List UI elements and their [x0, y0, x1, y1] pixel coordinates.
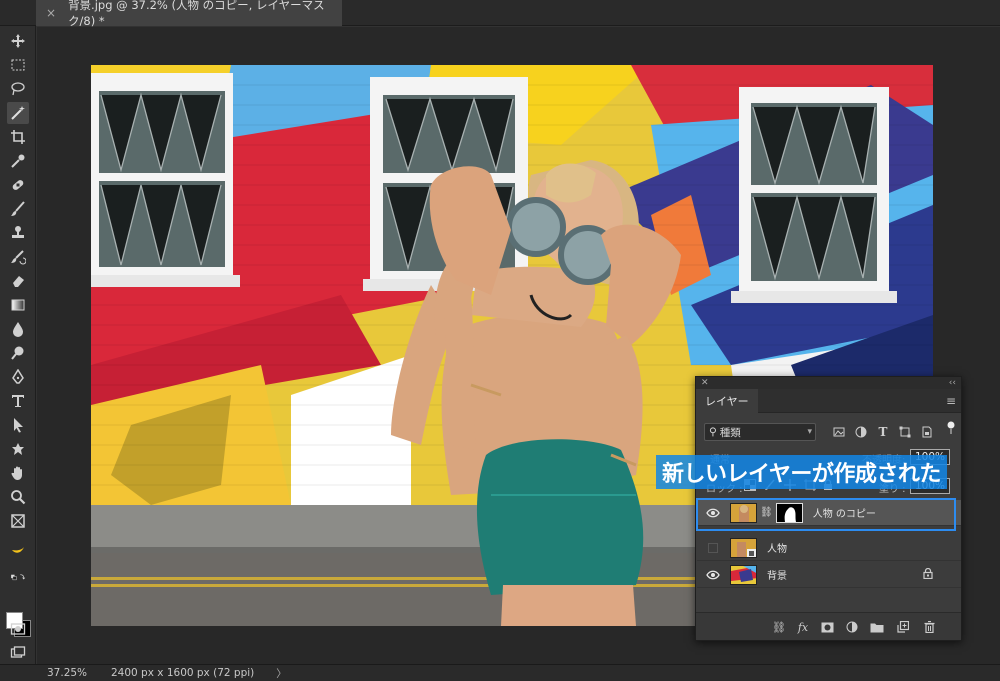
marquee-tool-icon[interactable] [7, 54, 29, 76]
zoom-tool-icon[interactable] [7, 486, 29, 508]
filter-type-icon[interactable]: T [876, 425, 890, 439]
pen-tool-icon[interactable] [7, 366, 29, 388]
eraser-tool-icon[interactable] [7, 270, 29, 292]
lasso-tool-icon[interactable] [7, 78, 29, 100]
swap-colors-icon[interactable] [4, 566, 32, 588]
filter-smart-object-icon[interactable] [920, 425, 934, 439]
filter-pixel-icon[interactable] [832, 425, 846, 439]
layer-row-person-copy[interactable]: ⛓ 人物 のコピー [697, 500, 961, 526]
brush-tool-icon[interactable] [7, 198, 29, 220]
close-tab-icon[interactable]: × [46, 6, 56, 20]
layer-thumbnail[interactable] [730, 537, 757, 558]
panel-tab-row: レイヤー ≡ [696, 389, 961, 413]
frame-tool-icon[interactable] [7, 510, 29, 532]
document-tab[interactable]: × 背景.jpg @ 37.2% (人物 のコピー, レイヤーマスク/8) * [36, 0, 342, 28]
banana-icon[interactable] [7, 538, 29, 560]
visibility-eye-icon[interactable] [703, 570, 723, 580]
move-tool-icon[interactable] [7, 30, 29, 52]
layer-thumbnail[interactable] [730, 564, 757, 585]
trash-icon[interactable] [922, 620, 936, 634]
document-title: 背景.jpg @ 37.2% (人物 のコピー, レイヤーマスク/8) * [68, 0, 325, 28]
layer-name: 背景 [767, 571, 787, 582]
link-layers-icon[interactable]: ⛓ [772, 620, 786, 634]
layers-panel: ✕ ‹‹ レイヤー ≡ ⚲ 種類 ▾ T 通常 不透明度: 100% ロック :… [695, 376, 962, 641]
filter-shape-icon[interactable] [898, 425, 912, 439]
clone-stamp-tool-icon[interactable] [7, 222, 29, 244]
layer-lock-icon [923, 567, 933, 582]
collapse-panel-icon[interactable]: ‹‹ [949, 378, 956, 388]
adjustment-layer-icon[interactable] [845, 620, 859, 634]
blur-tool-icon[interactable] [7, 318, 29, 340]
tools-panel [0, 26, 36, 664]
folder-icon[interactable] [870, 620, 884, 634]
layer-name: 人物 のコピー [812, 509, 876, 520]
filter-toggle-icon[interactable] [944, 421, 958, 435]
custom-shape-tool-icon[interactable] [7, 438, 29, 460]
new-layer-icon[interactable] [896, 620, 910, 634]
eyedropper-tool-icon[interactable] [7, 150, 29, 172]
visibility-eye-icon[interactable] [703, 508, 723, 518]
history-brush-tool-icon[interactable] [7, 246, 29, 268]
panel-header: ✕ ‹‹ [696, 377, 961, 389]
gradient-tool-icon[interactable] [7, 294, 29, 316]
document-size-info: 2400 px x 1600 px (72 ppi) [111, 667, 255, 679]
search-icon: ⚲ [709, 426, 717, 438]
layer-row-background[interactable]: 背景 [697, 562, 961, 588]
chevron-down-icon: ▾ [807, 427, 812, 437]
type-tool-icon[interactable] [7, 390, 29, 412]
panel-menu-icon[interactable]: ≡ [946, 394, 956, 408]
visibility-toggle-empty[interactable] [703, 542, 723, 553]
layer-name: 人物 [767, 544, 787, 555]
filter-adjustment-icon[interactable] [854, 425, 868, 439]
layers-panel-footer: ⛓ fx [696, 612, 961, 640]
fx-icon[interactable]: fx [796, 620, 810, 634]
hand-tool-icon[interactable] [7, 462, 29, 484]
annotation-caption: 新しいレイヤーが作成された [656, 455, 947, 489]
layer-thumbnail[interactable] [730, 502, 757, 523]
close-panel-icon[interactable]: ✕ [701, 378, 709, 388]
layer-mask-thumbnail[interactable] [775, 502, 803, 523]
zoom-level-field[interactable]: 37.25% [47, 667, 107, 679]
dodge-tool-icon[interactable] [7, 342, 29, 364]
layer-filter-select[interactable]: ⚲ 種類 ▾ [704, 423, 816, 441]
mask-link-icon[interactable]: ⛓ [760, 507, 773, 518]
tab-layers[interactable]: レイヤー [696, 389, 758, 413]
document-tab-bar: × 背景.jpg @ 37.2% (人物 のコピー, レイヤーマスク/8) * [0, 0, 1000, 28]
status-menu-arrow-icon[interactable]: 〉 [276, 666, 287, 681]
add-mask-icon[interactable] [820, 620, 834, 634]
magic-wand-tool-icon[interactable] [7, 102, 29, 124]
crop-tool-icon[interactable] [7, 126, 29, 148]
screen-mode-icon[interactable] [7, 642, 29, 664]
status-bar: 37.25% 2400 px x 1600 px (72 ppi) 〉 [0, 664, 1000, 681]
path-selection-tool-icon[interactable] [7, 414, 29, 436]
filter-kind-label: 種類 [719, 426, 741, 439]
quick-mask-icon[interactable] [7, 618, 29, 640]
layer-row-person[interactable]: 人物 [697, 535, 961, 561]
healing-brush-tool-icon[interactable] [7, 174, 29, 196]
